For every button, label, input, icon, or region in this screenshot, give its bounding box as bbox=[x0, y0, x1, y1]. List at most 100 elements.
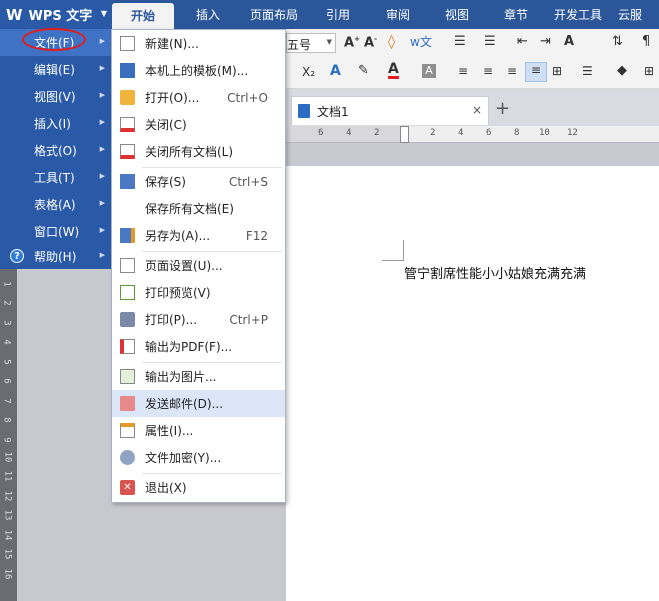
phonetic-guide-icon[interactable]: w文 bbox=[410, 33, 432, 50]
chevron-down-icon: ▼ bbox=[326, 38, 332, 46]
file-menu-page-setup[interactable]: 页面设置(U)... bbox=[112, 252, 285, 279]
file-menu-encrypt[interactable]: 文件加密(Y)... bbox=[112, 444, 285, 471]
help-icon: ? bbox=[10, 249, 24, 263]
distributed-icon[interactable]: ⊞ bbox=[552, 64, 562, 78]
file-submenu: 新建(N)... 本机上的模板(M)... 打开(O)... Ctrl+O 关闭… bbox=[111, 29, 286, 503]
menu-item-insert[interactable]: 插入(I) ▶ bbox=[0, 110, 112, 137]
horizontal-ruler[interactable]: 6 4 2 2 4 6 8 10 12 bbox=[286, 126, 659, 143]
file-menu-save-as[interactable]: 另存为(A)... F12 bbox=[112, 222, 285, 249]
highlight-icon[interactable]: ✎ bbox=[358, 63, 369, 78]
close-all-icon bbox=[120, 144, 135, 159]
close-tab-icon[interactable]: × bbox=[472, 103, 482, 117]
file-menu-print[interactable]: 打印(P)... Ctrl+P bbox=[112, 306, 285, 333]
tab-review[interactable]: 审阅 bbox=[370, 0, 426, 29]
char-shading-icon[interactable]: A bbox=[422, 64, 436, 78]
print-icon bbox=[120, 312, 135, 327]
shrink-font-icon[interactable]: A- bbox=[364, 35, 377, 50]
justify-icon[interactable]: ≡ bbox=[525, 62, 547, 82]
grow-font-icon[interactable]: A+ bbox=[344, 35, 360, 50]
text-effects-icon[interactable]: A bbox=[564, 34, 574, 49]
exit-icon: ✕ bbox=[120, 480, 135, 495]
file-menu-close[interactable]: 关闭(C) bbox=[112, 111, 285, 138]
properties-icon bbox=[120, 423, 135, 438]
app-name: WPS 文字 bbox=[28, 9, 93, 24]
indent-marker[interactable] bbox=[400, 126, 409, 143]
submenu-arrow-icon: ▶ bbox=[99, 145, 105, 153]
align-left-icon[interactable]: ≡ bbox=[458, 64, 468, 78]
wps-logo-icon: W bbox=[6, 5, 23, 24]
decrease-indent-icon[interactable]: ⇤ bbox=[517, 34, 528, 49]
menu-item-tools[interactable]: 工具(T) ▶ bbox=[0, 164, 112, 191]
submenu-arrow-icon: ▶ bbox=[99, 172, 105, 180]
tab-chapter[interactable]: 章节 bbox=[488, 0, 544, 29]
open-folder-icon bbox=[120, 90, 135, 105]
tab-insert[interactable]: 插入 bbox=[174, 0, 242, 29]
file-menu-exit[interactable]: ✕ 退出(X) bbox=[112, 474, 285, 501]
tab-cloud[interactable]: 云服 bbox=[612, 0, 659, 29]
file-menu-export-pdf[interactable]: 输出为PDF(F)... bbox=[112, 333, 285, 360]
sort-icon[interactable]: ⇅ bbox=[612, 34, 623, 49]
template-icon bbox=[120, 63, 135, 78]
file-menu-save-all[interactable]: 保存所有文档(E) bbox=[112, 195, 285, 222]
tab-home[interactable]: 开始 bbox=[112, 3, 174, 29]
font-size-select[interactable]: 五号 ▼ bbox=[286, 33, 336, 53]
submenu-arrow-icon: ▶ bbox=[99, 199, 105, 207]
borders-icon[interactable]: ⊞ bbox=[644, 64, 654, 78]
menu-item-format[interactable]: 格式(O) ▶ bbox=[0, 137, 112, 164]
file-menu-export-image[interactable]: 输出为图片... bbox=[112, 363, 285, 390]
menu-item-edit[interactable]: 编辑(E) ▶ bbox=[0, 56, 112, 83]
app-main-menu: 文件(F) ▶ 编辑(E) ▶ 视图(V) ▶ 插入(I) ▶ 格式(O) ▶ 工具(T)… bbox=[0, 29, 112, 269]
print-preview-icon bbox=[120, 285, 135, 300]
document-icon bbox=[298, 104, 310, 118]
menu-item-help[interactable]: ? 帮助(H) ▶ bbox=[0, 243, 112, 270]
file-menu-open[interactable]: 打开(O)... Ctrl+O bbox=[112, 84, 285, 111]
menu-item-window[interactable]: 窗口(W) ▶ bbox=[0, 218, 112, 245]
subscript-icon[interactable]: X₂ bbox=[302, 65, 315, 79]
align-right-icon[interactable]: ≡ bbox=[507, 64, 517, 78]
line-spacing-icon[interactable]: ☰ bbox=[582, 64, 593, 78]
file-menu-properties[interactable]: 属性(I)... bbox=[112, 417, 285, 444]
vertical-ruler[interactable]: 1 2 3 4 5 6 7 8 9 10 11 12 13 14 15 16 bbox=[0, 269, 17, 601]
text-outline-icon[interactable]: A bbox=[330, 63, 341, 79]
file-menu-print-preview[interactable]: 打印预览(V) bbox=[112, 279, 285, 306]
menu-item-table[interactable]: 表格(A) ▶ bbox=[0, 191, 112, 218]
save-icon bbox=[120, 174, 135, 189]
bullets-icon[interactable]: ☰ bbox=[454, 34, 466, 49]
font-color-icon[interactable]: A bbox=[388, 62, 399, 79]
pdf-icon bbox=[120, 339, 135, 354]
increase-indent-icon[interactable]: ⇥ bbox=[540, 34, 551, 49]
submenu-arrow-icon: ▶ bbox=[99, 118, 105, 126]
new-tab-button[interactable]: + bbox=[495, 98, 510, 119]
app-menu-button[interactable]: W WPS 文字 ▼ bbox=[0, 0, 112, 29]
tab-view[interactable]: 视图 bbox=[426, 0, 488, 29]
file-menu-new[interactable]: 新建(N)... bbox=[112, 30, 285, 57]
tab-developer[interactable]: 开发工具 bbox=[544, 0, 612, 29]
numbering-icon[interactable]: ☰ bbox=[484, 34, 496, 49]
ribbon-tabs: 开始 插入 页面布局 引用 审阅 视图 章节 开发工具 云服 bbox=[112, 0, 659, 29]
tab-references[interactable]: 引用 bbox=[306, 0, 370, 29]
mail-icon bbox=[120, 396, 135, 411]
tab-page-layout[interactable]: 页面布局 bbox=[242, 0, 306, 29]
paragraph-shading-icon[interactable]: ◆ bbox=[617, 63, 627, 78]
document-body-text[interactable]: 管宁割席性能小小姑娘充满充满 bbox=[404, 263, 586, 282]
show-marks-icon[interactable]: ¶ bbox=[642, 34, 650, 49]
file-menu-send-mail[interactable]: 发送邮件(D)... bbox=[112, 390, 285, 417]
page-setup-icon bbox=[120, 258, 135, 273]
document-page[interactable] bbox=[286, 166, 659, 601]
file-menu-close-all[interactable]: 关闭所有文档(L) bbox=[112, 138, 285, 165]
submenu-arrow-icon: ▶ bbox=[99, 37, 105, 45]
margin-corner-mark bbox=[382, 240, 404, 261]
clear-format-icon[interactable]: ◊ bbox=[388, 34, 395, 50]
file-menu-template[interactable]: 本机上的模板(M)... bbox=[112, 57, 285, 84]
close-document-icon bbox=[120, 117, 135, 132]
file-menu-save[interactable]: 保存(S) Ctrl+S bbox=[112, 168, 285, 195]
menu-item-view[interactable]: 视图(V) ▶ bbox=[0, 83, 112, 110]
submenu-arrow-icon: ▶ bbox=[99, 64, 105, 72]
submenu-arrow-icon: ▶ bbox=[99, 91, 105, 99]
submenu-arrow-icon: ▶ bbox=[99, 226, 105, 234]
align-center-icon[interactable]: ≡ bbox=[483, 64, 493, 78]
save-as-icon bbox=[120, 228, 135, 243]
image-export-icon bbox=[120, 369, 135, 384]
dropdown-arrow-icon: ▼ bbox=[100, 9, 107, 18]
document-tab[interactable]: 文档1 × bbox=[291, 96, 489, 125]
